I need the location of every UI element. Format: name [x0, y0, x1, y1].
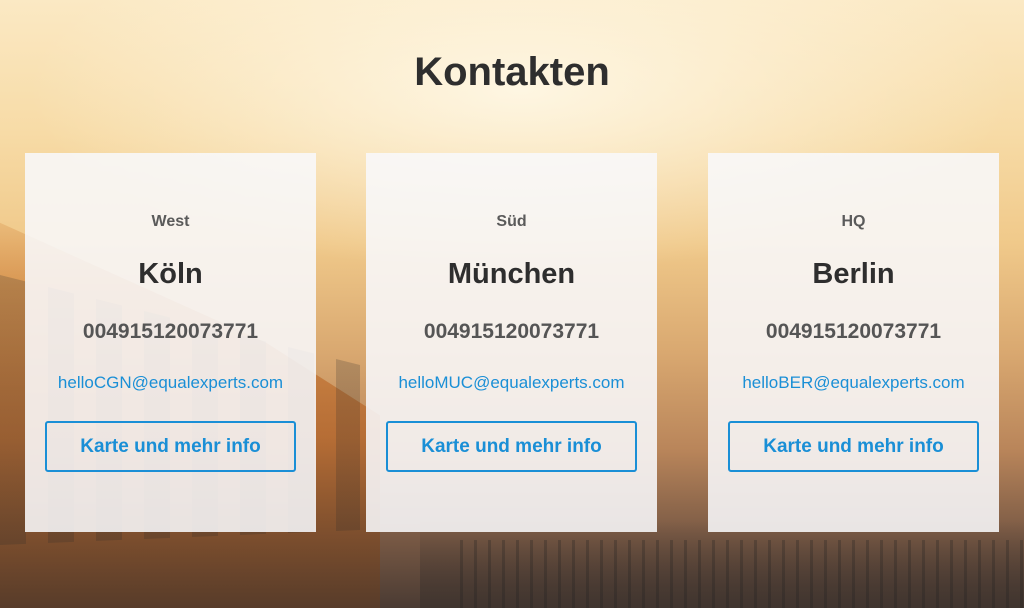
background-railing [460, 540, 1024, 608]
page-title: Kontakten [414, 50, 610, 94]
contact-card-west: West Köln 004915120073771 helloCGN@equal… [25, 153, 316, 532]
map-info-button[interactable]: Karte und mehr info [728, 421, 979, 472]
card-email-link[interactable]: helloBER@equalexperts.com [708, 373, 999, 393]
card-city-name: München [447, 258, 576, 290]
contact-card-south: Süd München 004915120073771 helloMUC@equ… [366, 153, 657, 532]
contact-card-hq: HQ Berlin 004915120073771 helloBER@equal… [708, 153, 999, 532]
card-phone-number[interactable]: 004915120073771 [366, 320, 657, 344]
card-city-name: Köln [138, 258, 203, 290]
card-email-link[interactable]: helloMUC@equalexperts.com [366, 373, 657, 393]
card-region-label: Süd [496, 213, 527, 230]
card-region-label: HQ [841, 213, 866, 230]
map-info-button[interactable]: Karte und mehr info [45, 421, 296, 472]
card-region-label: West [151, 213, 190, 230]
card-email-link[interactable]: helloCGN@equalexperts.com [25, 373, 316, 393]
map-info-button[interactable]: Karte und mehr info [386, 421, 637, 472]
card-phone-number[interactable]: 004915120073771 [25, 320, 316, 344]
card-city-name: Berlin [812, 258, 895, 290]
card-phone-number[interactable]: 004915120073771 [708, 320, 999, 344]
